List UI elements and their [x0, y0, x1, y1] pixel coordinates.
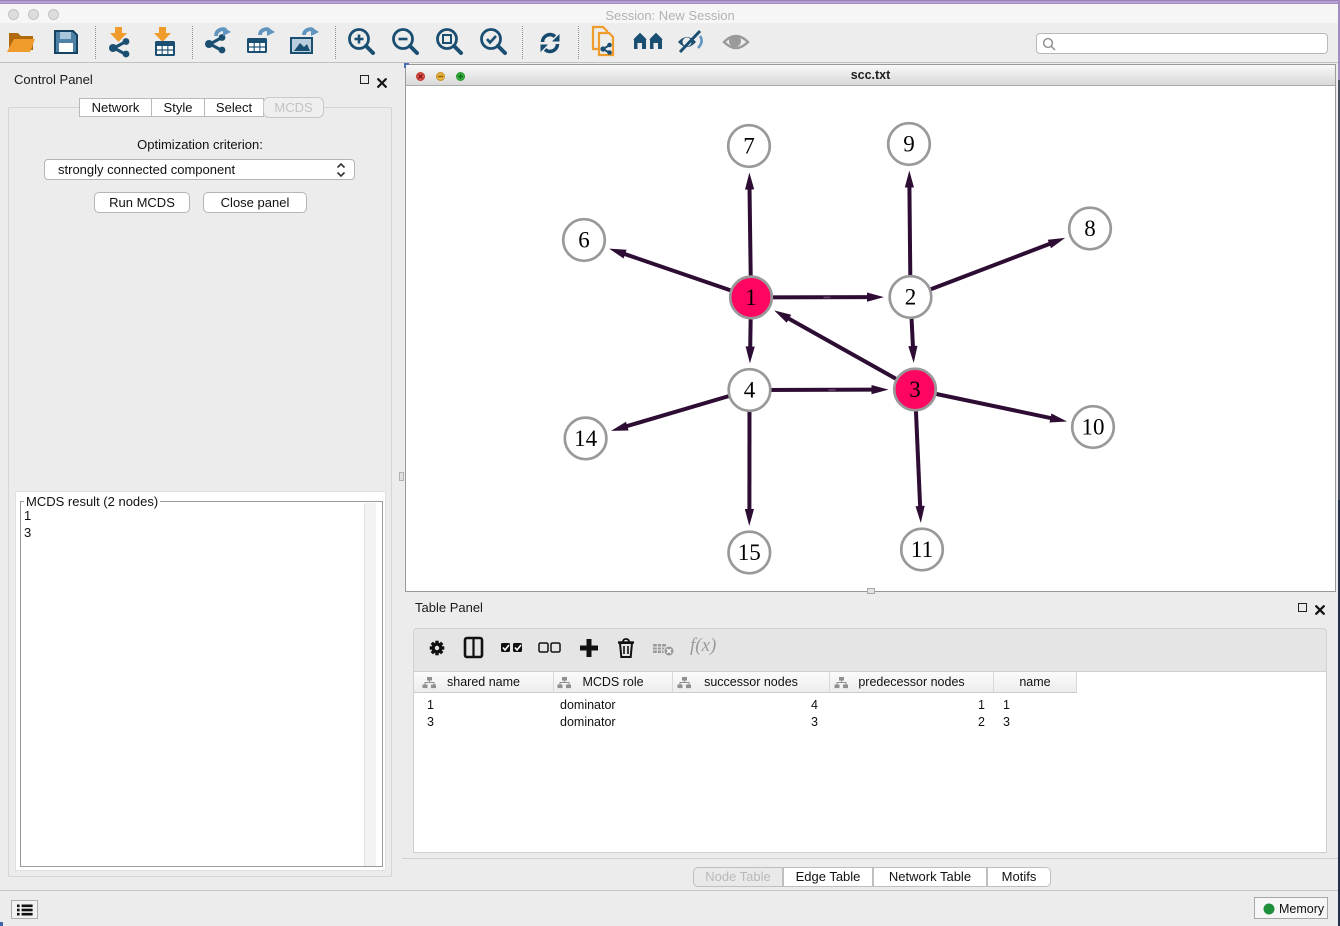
svg-text:10: 10 [1082, 415, 1105, 440]
svg-text:15: 15 [738, 540, 761, 565]
svg-text:11: 11 [911, 537, 933, 562]
svg-text:8: 8 [1084, 216, 1096, 241]
svg-text:4: 4 [744, 378, 756, 403]
svg-text:3: 3 [909, 377, 921, 402]
svg-text:1: 1 [745, 285, 757, 310]
svg-text:2: 2 [905, 285, 917, 310]
svg-text:9: 9 [903, 132, 915, 157]
svg-text:6: 6 [578, 228, 590, 253]
svg-text:14: 14 [574, 426, 598, 451]
svg-text:7: 7 [743, 134, 755, 159]
